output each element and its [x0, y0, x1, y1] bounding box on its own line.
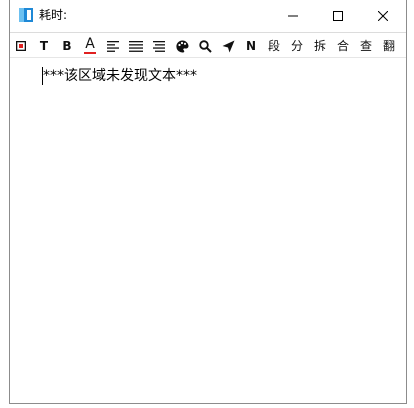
palette-glyph [175, 39, 188, 52]
translate-label: 翻 [382, 39, 395, 53]
paragraph-icon[interactable]: 段 [264, 36, 284, 56]
search-icon[interactable] [195, 36, 215, 56]
stop-square-icon[interactable] [11, 36, 31, 56]
font-color-icon[interactable]: A [80, 36, 100, 56]
lookup-icon[interactable]: 查 [356, 36, 376, 56]
text-t-label: T [39, 39, 49, 53]
align-left-icon[interactable] [103, 36, 123, 56]
align-justify-glyph [129, 40, 143, 52]
align-right-glyph [153, 40, 165, 52]
font-color-underline [84, 52, 96, 54]
bold-b-label: B [62, 39, 72, 53]
font-color-label: A [85, 36, 95, 52]
unsplit-icon[interactable]: 拆 [310, 36, 330, 56]
stop-square-glyph [16, 41, 26, 51]
split-icon[interactable]: 分 [287, 36, 307, 56]
align-left-glyph [107, 40, 119, 52]
text-t-icon[interactable]: T [34, 36, 54, 56]
app-window: 耗时: T B A N 段 分 拆 合 查 翻 ***该区域未发现文本*** [9, 0, 407, 404]
send-icon[interactable] [218, 36, 238, 56]
editor-content: ***该区域未发现文本*** [43, 68, 197, 84]
text-editor-area[interactable]: ***该区域未发现文本*** [10, 59, 406, 403]
minimize-icon [288, 15, 298, 16]
n-label: N [245, 39, 257, 53]
lookup-label: 查 [359, 39, 372, 53]
formatting-toolbar: T B A N 段 分 拆 合 查 翻 [10, 32, 406, 58]
maximize-button[interactable] [315, 0, 361, 31]
translate-icon[interactable]: 翻 [379, 36, 399, 56]
notebook-app-icon [19, 8, 33, 22]
close-button[interactable] [360, 0, 406, 31]
minimize-button[interactable] [270, 0, 316, 31]
bold-b-icon[interactable]: B [57, 36, 77, 56]
palette-icon[interactable] [172, 36, 192, 56]
title-bar[interactable]: 耗时: [10, 0, 406, 31]
close-icon [378, 10, 388, 21]
maximize-icon [333, 10, 343, 21]
n-icon[interactable]: N [241, 36, 261, 56]
paragraph-label: 段 [267, 39, 280, 53]
send-glyph [222, 40, 234, 52]
search-glyph [198, 39, 212, 53]
merge-label: 合 [336, 39, 349, 53]
split-label: 分 [290, 39, 303, 53]
align-justify-icon[interactable] [126, 36, 146, 56]
merge-icon[interactable]: 合 [333, 36, 353, 56]
unsplit-label: 拆 [313, 39, 326, 53]
window-title: 耗时: [39, 8, 68, 22]
align-right-icon[interactable] [149, 36, 169, 56]
